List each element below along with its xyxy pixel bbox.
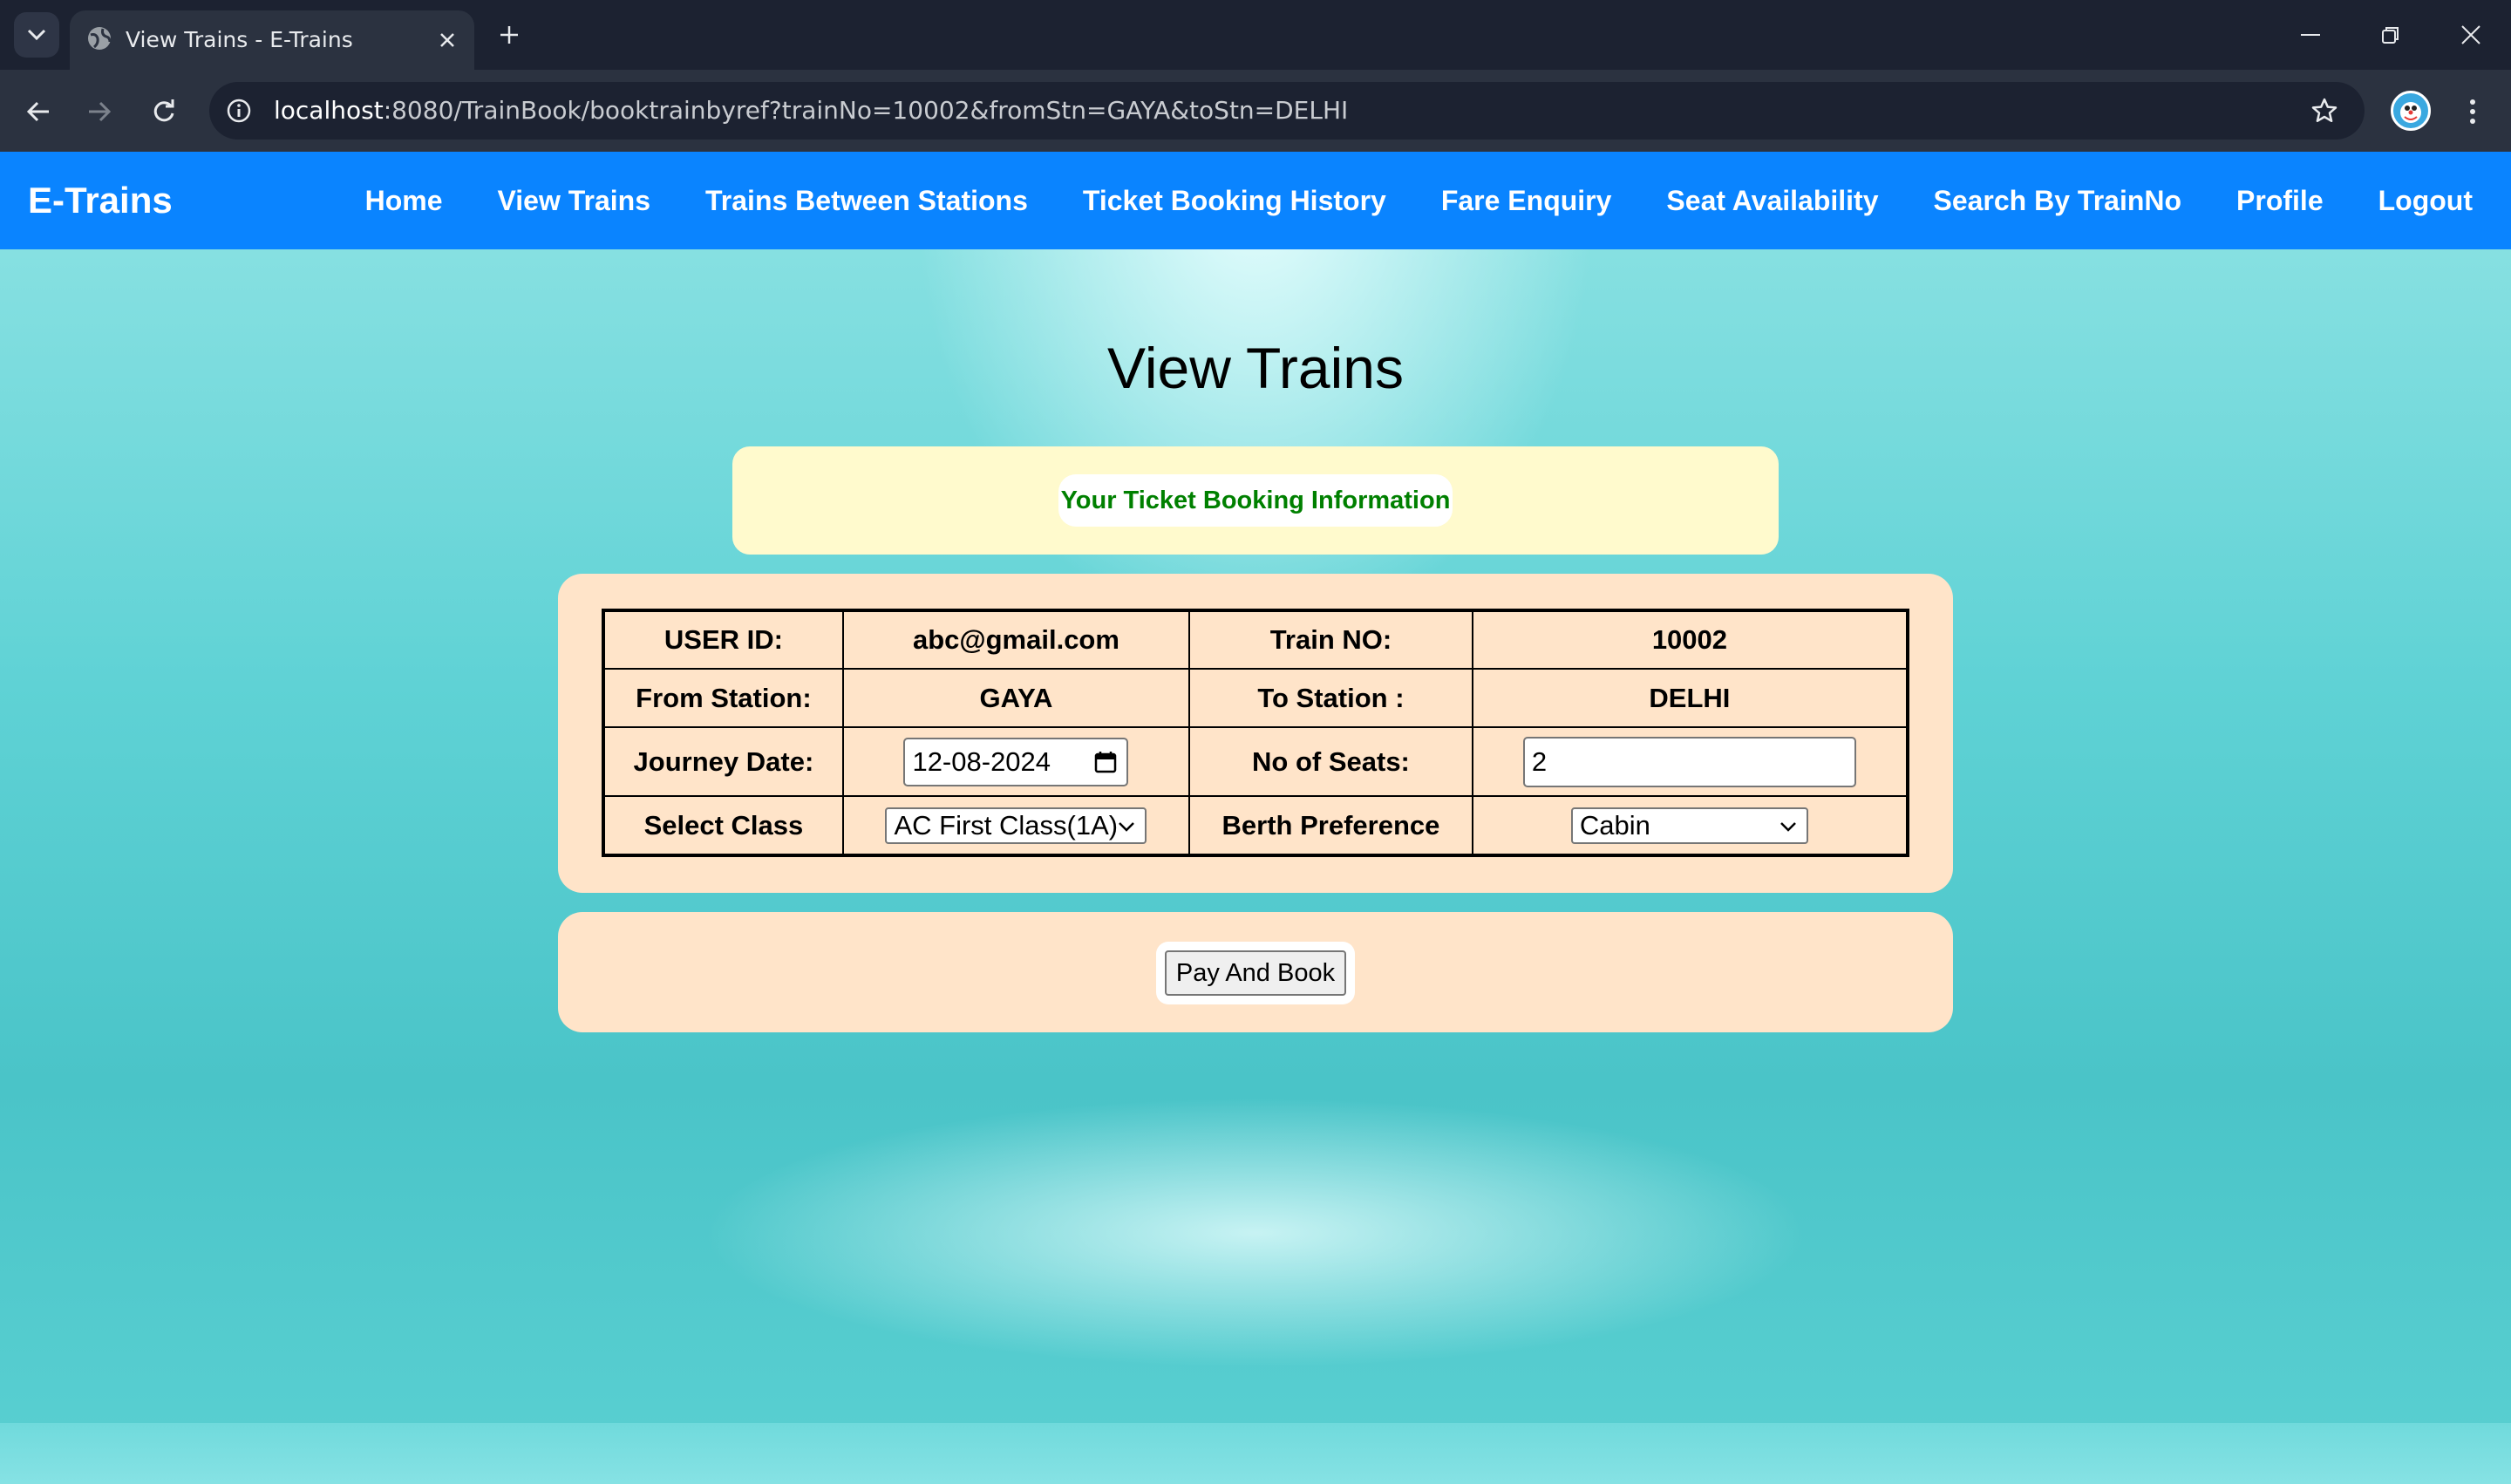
pay-and-book-button[interactable]: Pay And Book: [1165, 950, 1346, 996]
chevron-down-icon: [1780, 821, 1796, 832]
nav-link-search-by-trainno[interactable]: Search By TrainNo: [1933, 185, 2181, 217]
url-path: :8080/TrainBook/booktrainbyref?trainNo=1…: [383, 96, 1349, 125]
site-brand[interactable]: E-Trains: [28, 152, 173, 249]
train-no-label: Train NO:: [1188, 609, 1473, 670]
table-row: From Station: GAYA To Station : DELHI: [602, 668, 1909, 728]
pay-button-wrapper: Pay And Book: [1156, 942, 1355, 1004]
user-id-label: USER ID:: [602, 609, 844, 670]
nav-links: Home View Trains Trains Between Stations…: [310, 152, 2473, 249]
address-bar[interactable]: localhost:8080/TrainBook/booktrainbyref?…: [209, 82, 2365, 140]
booking-form: USER ID: abc@gmail.com Train NO: 10002 F…: [558, 574, 1953, 893]
class-cell: AC First Class(1A): [841, 795, 1191, 856]
journey-date-input[interactable]: 12-08-2024: [903, 737, 1129, 786]
forward-arrow-icon[interactable]: [78, 91, 120, 133]
berth-label: Berth Preference: [1188, 795, 1473, 856]
seats-cell: 2: [1471, 726, 1909, 797]
plus-icon[interactable]: [492, 17, 527, 52]
back-arrow-icon[interactable]: [17, 91, 59, 133]
berth-select[interactable]: Cabin: [1570, 807, 1808, 844]
journey-date-label: Journey Date:: [602, 726, 844, 797]
class-selected-value: AC First Class(1A): [894, 809, 1119, 841]
class-label: Select Class: [602, 795, 844, 856]
url-text: localhost:8080/TrainBook/booktrainbyref?…: [274, 82, 1348, 140]
profile-avatar-icon[interactable]: [2391, 91, 2431, 131]
nav-link-seat-availability[interactable]: Seat Availability: [1666, 185, 1878, 217]
globe-icon: [88, 27, 112, 50]
reload-icon[interactable]: [143, 91, 185, 133]
table-row: USER ID: abc@gmail.com Train NO: 10002: [602, 609, 1909, 670]
window-close-icon[interactable]: [2445, 12, 2497, 58]
nav-link-trains-between-stations[interactable]: Trains Between Stations: [705, 185, 1028, 217]
tab-title: View Trains - E-Trains: [126, 27, 353, 52]
site-info-icon[interactable]: [221, 93, 256, 128]
nav-link-logout[interactable]: Logout: [2378, 185, 2473, 217]
browser-toolbar: localhost:8080/TrainBook/booktrainbyref?…: [0, 70, 2511, 152]
submit-panel: Pay And Book: [558, 912, 1953, 1032]
tab-search-icon[interactable]: [14, 12, 59, 58]
to-station-value: DELHI: [1471, 668, 1909, 728]
calendar-icon[interactable]: [1093, 750, 1118, 774]
table-row: Select Class AC First Class(1A) Berth Pr…: [602, 795, 1909, 856]
from-station-label: From Station:: [602, 668, 844, 728]
nav-link-view-trains[interactable]: View Trains: [498, 185, 651, 217]
journey-date-value: 12-08-2024: [912, 745, 1051, 777]
site-navbar: E-Trains Home View Trains Trains Between…: [0, 152, 2511, 249]
train-no-value: 10002: [1471, 609, 1909, 670]
page-title: View Trains: [1107, 336, 1404, 400]
booking-table: USER ID: abc@gmail.com Train NO: 10002 F…: [602, 609, 1909, 857]
close-icon[interactable]: [432, 25, 462, 55]
chevron-down-icon: [1119, 821, 1135, 832]
nav-link-home[interactable]: Home: [365, 185, 443, 217]
berth-selected-value: Cabin: [1579, 809, 1650, 841]
seats-input[interactable]: 2: [1522, 736, 1856, 787]
minimize-icon[interactable]: [2284, 12, 2337, 58]
browser-tab-strip: View Trains - E-Trains: [0, 0, 2511, 70]
restore-icon[interactable]: [2365, 12, 2417, 58]
info-message: Your Ticket Booking Information: [1058, 474, 1453, 527]
to-station-label: To Station :: [1188, 668, 1473, 728]
table-row: Journey Date: 12-08-2024 No of Seats: 2: [602, 726, 1909, 797]
journey-date-cell: 12-08-2024: [841, 726, 1191, 797]
url-host: localhost: [274, 96, 384, 125]
berth-cell: Cabin: [1471, 795, 1909, 856]
class-select[interactable]: AC First Class(1A): [885, 807, 1147, 844]
nav-link-ticket-booking-history[interactable]: Ticket Booking History: [1083, 185, 1386, 217]
nav-link-profile[interactable]: Profile: [2236, 185, 2324, 217]
from-station-value: GAYA: [841, 668, 1191, 728]
more-menu-icon[interactable]: [2455, 91, 2490, 133]
info-banner: Your Ticket Booking Information: [732, 446, 1779, 555]
bookmark-star-icon[interactable]: [2307, 93, 2342, 128]
page-content: E-Trains Home View Trains Trains Between…: [0, 152, 2511, 1484]
user-id-value: abc@gmail.com: [841, 609, 1191, 670]
nav-link-fare-enquiry[interactable]: Fare Enquiry: [1441, 185, 1612, 217]
browser-tab[interactable]: View Trains - E-Trains: [70, 10, 474, 70]
seats-label: No of Seats:: [1188, 726, 1473, 797]
